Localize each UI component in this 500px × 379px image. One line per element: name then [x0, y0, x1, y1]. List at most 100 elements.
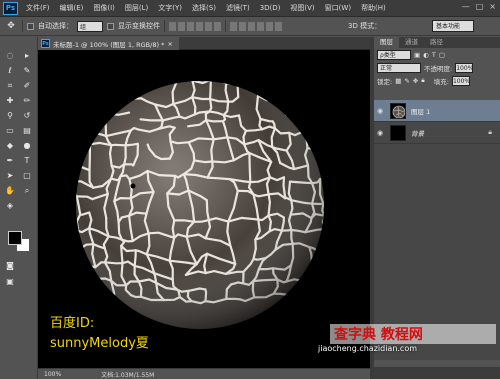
visibility-eye-icon[interactable]: ◉ — [374, 129, 386, 137]
distribute-center-icon[interactable] — [266, 21, 273, 31]
options-bar: ✥ 自动选择： 组 显示变换控件 — [0, 17, 500, 36]
distribute-right-icon[interactable] — [275, 21, 282, 31]
crack-line — [292, 81, 298, 103]
eraser-tool-icon[interactable]: ▭ — [3, 124, 17, 137]
menu-select[interactable]: 选择(S) — [187, 3, 221, 13]
quick-select-tool-icon[interactable]: ✎ — [20, 64, 34, 77]
marquee-tool-icon[interactable]: ◌ — [3, 49, 17, 62]
auto-select-checkbox[interactable] — [27, 22, 34, 30]
menu-layer[interactable]: 图层(L) — [120, 3, 153, 13]
opacity-field[interactable]: 100% — [455, 62, 473, 73]
align-middle-icon[interactable] — [178, 21, 185, 31]
auto-select-dropdown[interactable]: 组 — [77, 20, 103, 32]
crack-line — [88, 81, 111, 85]
visibility-eye-icon[interactable]: ◉ — [374, 107, 386, 115]
minimize-button[interactable]: — — [462, 2, 470, 11]
filter-type-icon[interactable]: T — [432, 51, 436, 59]
align-buttons — [169, 21, 221, 31]
clone-stamp-tool-icon[interactable]: ⚲ — [3, 109, 17, 122]
distribute-left-icon[interactable] — [257, 21, 264, 31]
window-controls: — □ × — [462, 2, 496, 11]
brush-tool-icon[interactable]: ✏ — [20, 94, 34, 107]
filter-adjust-icon[interactable]: ◐ — [423, 51, 429, 59]
3d-tool-icon[interactable]: ◈ — [3, 199, 17, 212]
menu-filter[interactable]: 滤镜(T) — [221, 3, 255, 13]
distribute-bottom-icon[interactable] — [248, 21, 255, 31]
layer-kind-filter[interactable]: ρ类型 — [377, 49, 411, 60]
photoshop-logo: Ps — [3, 1, 18, 15]
menu-help[interactable]: 帮助(H) — [356, 3, 391, 13]
zoom-level[interactable]: 100% — [44, 371, 61, 378]
menu-type[interactable]: 文字(Y) — [153, 3, 187, 13]
separator — [22, 20, 23, 32]
layers-list: ◉ 图层 1 ◉ 背景 🔒︎ — [374, 100, 500, 360]
document-title: 未标题-1 @ 100% (图层 1, RGB/8) * — [53, 40, 165, 49]
foreground-color-swatch[interactable] — [8, 231, 22, 245]
screen-mode-icon[interactable]: ▣ — [3, 275, 17, 288]
lock-all-icon[interactable]: 🔒︎ — [421, 76, 424, 85]
separator — [164, 20, 165, 32]
maximize-button[interactable]: □ — [476, 2, 484, 11]
distribute-middle-icon[interactable] — [239, 21, 246, 31]
layer-thumbnail — [390, 102, 406, 119]
lock-move-icon[interactable]: ✥ — [413, 77, 418, 85]
workspace-dropdown[interactable]: 基本功能 — [432, 20, 474, 32]
layer-name[interactable]: 图层 1 — [411, 106, 500, 116]
quick-mask-icon[interactable]: ◙ — [3, 259, 17, 272]
menu-window[interactable]: 窗口(W) — [320, 3, 356, 13]
document-tab[interactable]: Ps 未标题-1 @ 100% (图层 1, RGB/8) * × — [38, 37, 179, 50]
type-tool-icon[interactable]: T — [20, 154, 34, 167]
crack-line — [76, 260, 81, 280]
shape-tool-icon[interactable]: ▢ — [20, 169, 34, 182]
align-center-icon[interactable] — [205, 21, 212, 31]
hand-tool-icon[interactable]: ✋ — [3, 184, 17, 197]
fill-field[interactable]: 100% — [451, 75, 470, 86]
menu-3d[interactable]: 3D(D) — [255, 4, 286, 12]
tab-paths[interactable]: 路径 — [424, 37, 449, 48]
filter-pixel-icon[interactable]: ▣ — [414, 51, 420, 59]
layer-row-background[interactable]: ◉ 背景 🔒︎ — [374, 122, 500, 144]
filter-shape-icon[interactable]: ▢ — [439, 51, 445, 59]
crack-line — [105, 97, 112, 115]
blur-tool-icon[interactable]: ◆ — [3, 139, 17, 152]
dodge-tool-icon[interactable]: ● — [20, 139, 34, 152]
move-tool-preset-icon[interactable]: ✥ — [4, 20, 18, 33]
crack-line — [307, 97, 314, 117]
blend-mode-dropdown[interactable]: 正常 — [377, 62, 421, 73]
align-right-icon[interactable] — [214, 21, 221, 31]
align-left-icon[interactable] — [196, 21, 203, 31]
lock-transparent-icon[interactable]: ▦ — [395, 77, 401, 85]
watermark-url: jiaocheng.chazidian.com — [318, 344, 418, 353]
move-tool-icon[interactable]: ▸ — [20, 49, 34, 62]
close-tab-icon[interactable]: × — [167, 40, 172, 48]
lock-paint-icon[interactable]: ✎ — [404, 77, 409, 85]
tab-channels[interactable]: 通道 — [399, 37, 424, 48]
healing-brush-tool-icon[interactable]: ✚ — [3, 94, 17, 107]
lock-row: 锁定: ▦ ✎ ✥ 🔒︎ 填充: 100% — [374, 74, 500, 87]
menu-view[interactable]: 视图(V) — [285, 3, 319, 13]
pen-tool-icon[interactable]: ✒ — [3, 154, 17, 167]
document-canvas[interactable]: 百度ID: sunnyMelody夏 — [38, 50, 370, 368]
lasso-tool-icon[interactable]: ℓ — [3, 64, 17, 77]
align-bottom-icon[interactable] — [187, 21, 194, 31]
menu-image[interactable]: 图像(I) — [88, 3, 120, 13]
layer-row-layer1[interactable]: ◉ 图层 1 — [374, 100, 500, 122]
crop-tool-icon[interactable]: ⌗ — [3, 79, 17, 92]
sphere-spot — [130, 183, 136, 189]
close-button[interactable]: × — [489, 2, 496, 11]
align-top-icon[interactable] — [169, 21, 176, 31]
crack-line — [76, 164, 79, 183]
eyedropper-tool-icon[interactable]: ✐ — [20, 79, 34, 92]
tab-layers[interactable]: 图层 — [374, 37, 399, 48]
menu-file[interactable]: 文件(F) — [21, 3, 55, 13]
panel-tabs: 图层 通道 路径 — [374, 37, 500, 48]
show-transform-checkbox[interactable] — [107, 22, 114, 30]
history-brush-tool-icon[interactable]: ↺ — [20, 109, 34, 122]
gradient-tool-icon[interactable]: ▤ — [20, 124, 34, 137]
zoom-tool-icon[interactable]: ⌕ — [20, 184, 34, 197]
menu-edit[interactable]: 编辑(E) — [55, 3, 89, 13]
distribute-top-icon[interactable] — [230, 21, 237, 31]
layer-name[interactable]: 背景 — [411, 128, 488, 138]
document-size-info[interactable]: 文档:1.03M/1.55M — [101, 370, 154, 379]
path-select-tool-icon[interactable]: ➤ — [3, 169, 17, 182]
